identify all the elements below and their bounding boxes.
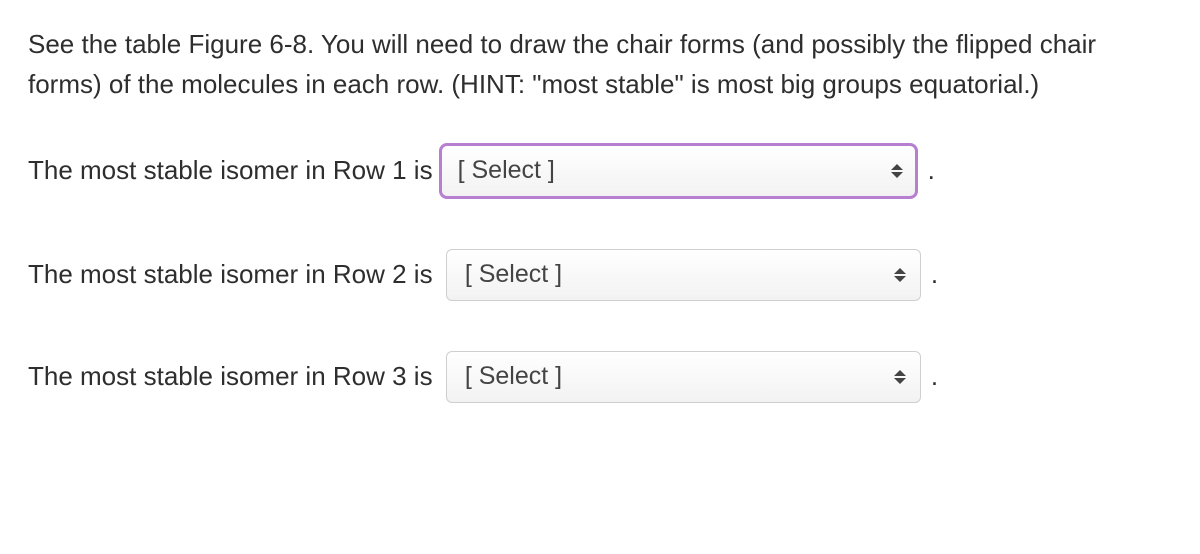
select-isomer-row-2[interactable]: [ Select ] [446, 249, 921, 301]
period-text: . [931, 356, 938, 396]
question-prompt: The most stable isomer in Row 1 is [28, 150, 433, 190]
select-value: [ Select ] [465, 357, 562, 396]
question-row-2: The most stable isomer in Row 2 is [ Sel… [28, 249, 1172, 301]
updown-icon [894, 370, 906, 384]
updown-icon [891, 164, 903, 178]
period-text: . [928, 150, 935, 190]
question-row-1: The most stable isomer in Row 1 is [ Sel… [28, 143, 1172, 199]
question-prompt: The most stable isomer in Row 2 is [28, 254, 440, 294]
instructions-text: See the table Figure 6-8. You will need … [28, 24, 1172, 105]
select-isomer-row-3[interactable]: [ Select ] [446, 351, 921, 403]
select-value: [ Select ] [458, 151, 555, 190]
question-row-3: The most stable isomer in Row 3 is [ Sel… [28, 351, 1172, 403]
select-value: [ Select ] [465, 255, 562, 294]
select-isomer-row-1[interactable]: [ Select ] [439, 143, 918, 199]
period-text: . [931, 254, 938, 294]
question-prompt: The most stable isomer in Row 3 is [28, 356, 440, 396]
updown-icon [894, 268, 906, 282]
